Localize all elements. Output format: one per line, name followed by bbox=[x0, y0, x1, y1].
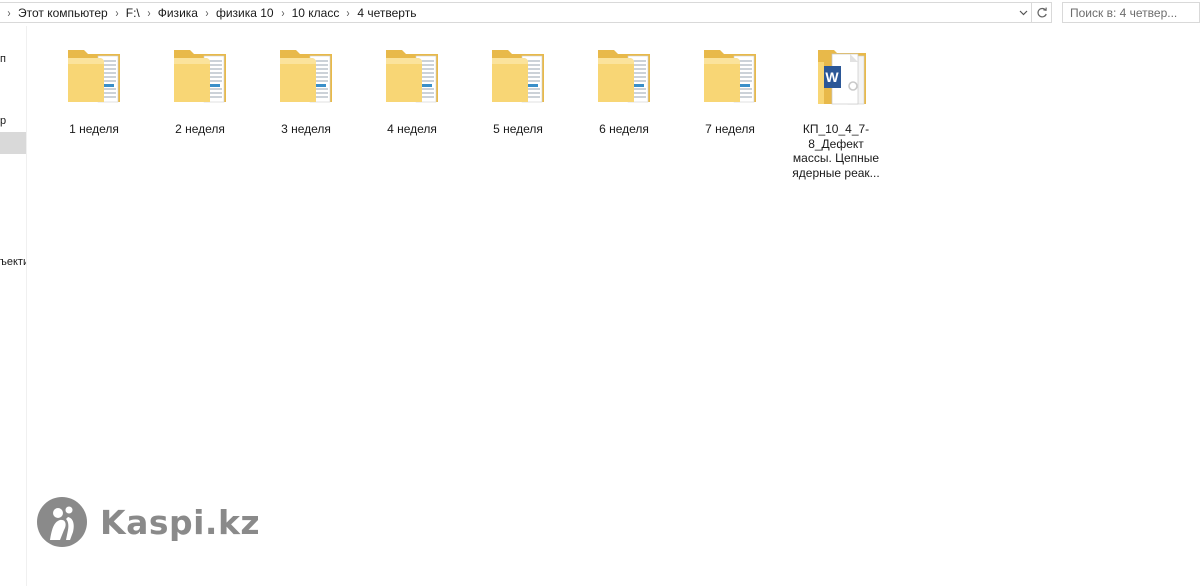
chevron-right-icon[interactable]: › bbox=[3, 6, 14, 20]
kaspi-watermark: Kaspi.kz bbox=[36, 496, 260, 548]
breadcrumb-item-this-pc[interactable]: Этот компьютер bbox=[16, 6, 110, 20]
chevron-right-icon[interactable]: › bbox=[343, 6, 354, 20]
item-label: 1 неделя bbox=[69, 122, 119, 136]
folder-icon bbox=[274, 44, 338, 108]
item-label: 7 неделя bbox=[705, 122, 755, 136]
address-field[interactable]: › Этот компьютер › F:\ › Физика › физика… bbox=[0, 2, 1032, 23]
chevron-down-icon bbox=[1019, 10, 1027, 15]
chevron-right-icon[interactable]: › bbox=[201, 6, 212, 20]
nav-item-cropped-2[interactable]: р bbox=[0, 115, 6, 127]
search-placeholder: Поиск в: 4 четвер... bbox=[1070, 5, 1178, 20]
breadcrumb-item-drive-f[interactable]: F:\ bbox=[124, 6, 142, 20]
folder-icon bbox=[380, 44, 444, 108]
item-label: КП_10_4_7-8_Дефект массы. Цепные ядерные… bbox=[792, 122, 880, 180]
breadcrumb-item-grade-10[interactable]: 10 класс bbox=[290, 6, 342, 20]
breadcrumb-item-physics-10[interactable]: физика 10 bbox=[214, 6, 276, 20]
folder-icon bbox=[592, 44, 656, 108]
chevron-right-icon[interactable]: › bbox=[143, 6, 154, 20]
search-input[interactable]: Поиск в: 4 четвер... bbox=[1062, 2, 1200, 23]
nav-item-cropped-1[interactable]: п bbox=[0, 53, 6, 65]
folder-icon bbox=[698, 44, 762, 108]
folder-icon bbox=[62, 44, 126, 108]
folder-item-week-6[interactable]: 6 неделя bbox=[578, 44, 670, 137]
item-label: 3 неделя bbox=[281, 122, 331, 136]
svg-text:W: W bbox=[825, 69, 839, 85]
folder-icon bbox=[168, 44, 232, 108]
kaspi-logo-icon bbox=[37, 497, 87, 547]
folder-icon bbox=[486, 44, 550, 108]
address-history-dropdown[interactable] bbox=[1015, 3, 1031, 22]
breadcrumb-item-quarter-4[interactable]: 4 четверть bbox=[355, 6, 418, 20]
breadcrumb-item-physics[interactable]: Физика bbox=[156, 6, 200, 20]
nav-item-cropped-3[interactable]: ъекти bbox=[0, 256, 26, 268]
breadcrumb: › Этот компьютер › F:\ › Физика › физика… bbox=[0, 3, 418, 22]
folder-item-week-5[interactable]: 5 неделя bbox=[472, 44, 564, 137]
folder-item-week-2[interactable]: 2 неделя bbox=[154, 44, 246, 137]
nav-item-selected[interactable] bbox=[0, 132, 26, 154]
item-label: 6 неделя bbox=[599, 122, 649, 136]
folder-item-week-1[interactable]: 1 неделя bbox=[48, 44, 140, 137]
item-label: 2 неделя bbox=[175, 122, 225, 136]
item-label: 4 неделя bbox=[387, 122, 437, 136]
word-folder-icon: W bbox=[804, 44, 868, 108]
refresh-icon bbox=[1036, 7, 1047, 17]
folder-item-week-4[interactable]: 4 неделя bbox=[366, 44, 458, 137]
folder-item-week-3[interactable]: 3 неделя bbox=[260, 44, 352, 137]
item-label: 5 неделя bbox=[493, 122, 543, 136]
chevron-right-icon[interactable]: › bbox=[277, 6, 288, 20]
folder-item-word-doc[interactable]: W КП_10_4_7-8_Дефект массы. Цепные ядерн… bbox=[790, 44, 882, 180]
refresh-button[interactable] bbox=[1032, 2, 1052, 23]
address-bar: › Этот компьютер › F:\ › Физика › физика… bbox=[0, 0, 1200, 26]
folder-item-week-7[interactable]: 7 неделя bbox=[684, 44, 776, 137]
navigation-pane: п р ъекти bbox=[0, 26, 27, 586]
watermark-text: Kaspi.kz bbox=[100, 502, 261, 542]
chevron-right-icon[interactable]: › bbox=[111, 6, 122, 20]
